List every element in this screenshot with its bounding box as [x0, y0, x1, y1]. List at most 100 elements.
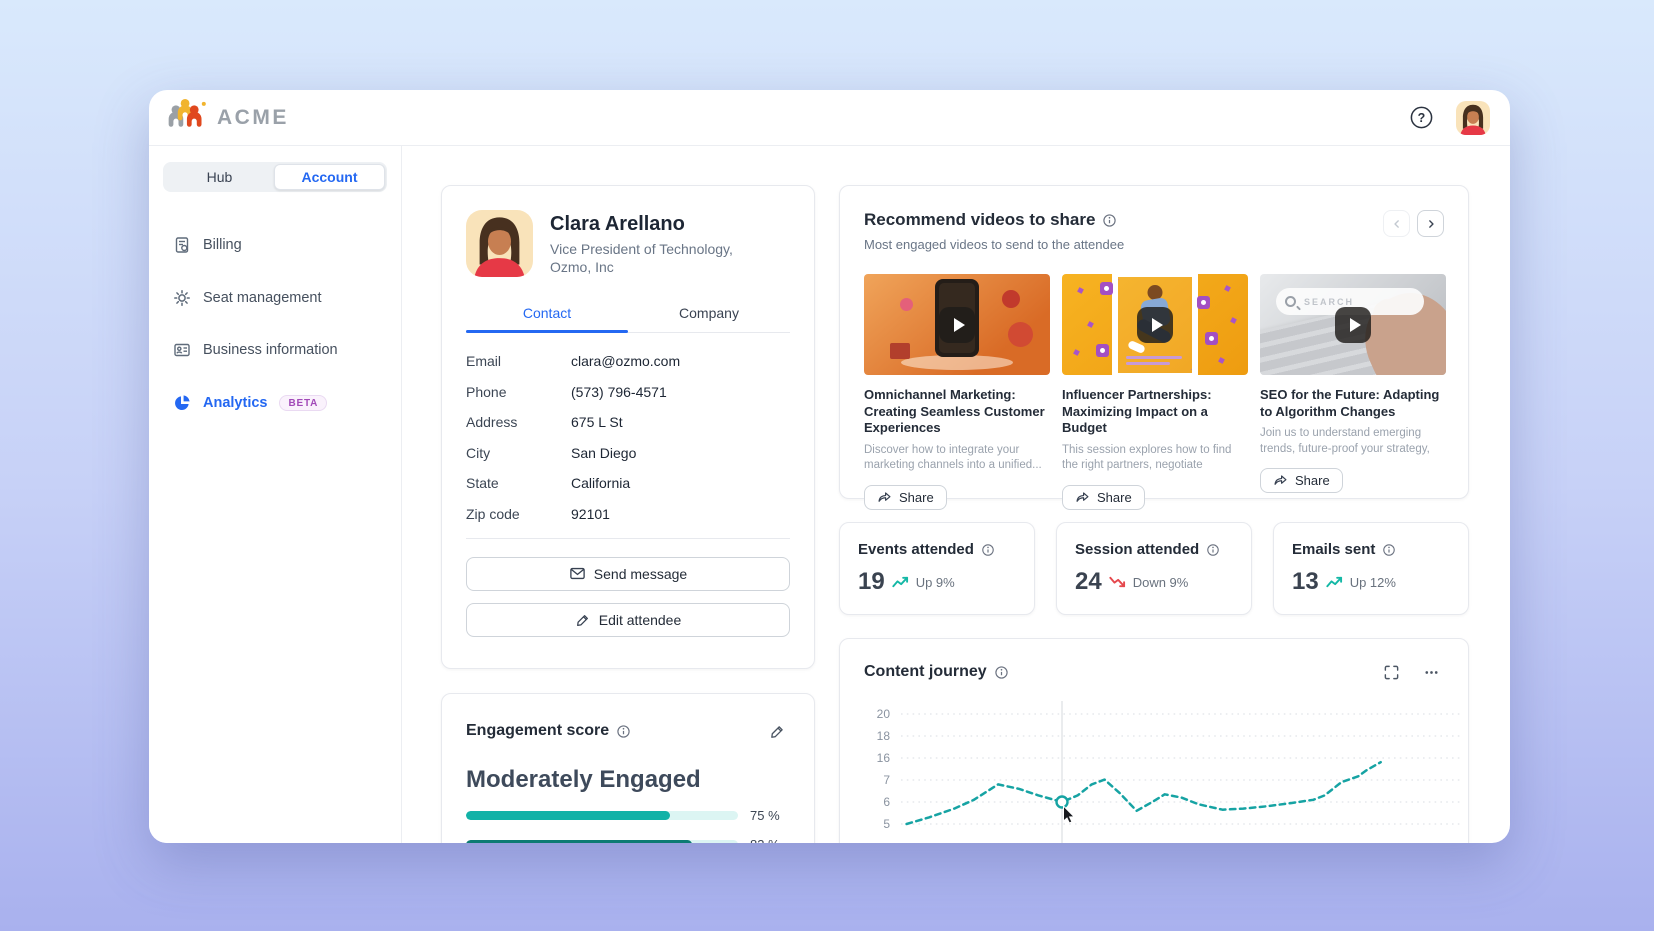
invoice-icon: [173, 236, 191, 254]
video-thumbnail-influencer[interactable]: [1062, 274, 1248, 375]
info-icon[interactable]: [1102, 213, 1117, 228]
share-button[interactable]: Share: [1062, 485, 1145, 510]
send-message-button[interactable]: Send message: [466, 557, 790, 591]
carousel-next-button[interactable]: [1417, 210, 1444, 237]
video-thumbnail-omnichannel[interactable]: [864, 274, 1050, 375]
attendee-role: Vice President of Technology, Ozmo, Inc: [550, 240, 733, 276]
progress-percent: 83 %: [750, 837, 790, 843]
brand-name: ACME: [217, 106, 289, 130]
pencil-icon: [575, 612, 591, 628]
trend-arrow-icon: [1109, 576, 1126, 588]
sidebar-item-label: Seat management: [203, 290, 322, 306]
field-label: State: [466, 475, 571, 491]
field-value: 675 L St: [571, 414, 623, 430]
info-icon[interactable]: [981, 543, 995, 557]
send-message-label: Send message: [594, 566, 687, 582]
edit-engagement-button[interactable]: [764, 718, 790, 744]
svg-text:7: 7: [883, 773, 890, 787]
app-header: ACME ?: [149, 90, 1510, 146]
video-title[interactable]: SEO for the Future: Adapting to Algorith…: [1260, 387, 1446, 420]
share-button[interactable]: Share: [864, 485, 947, 510]
field-value: California: [571, 475, 630, 491]
desktop-background: { "header": { "brand": "ACME", "help_gly…: [0, 0, 1654, 931]
question-circle-icon: ?: [1409, 105, 1434, 130]
sidebar: Hub Account Billing Seat management: [149, 146, 402, 843]
sidebar-item-analytics[interactable]: Analytics BETA: [163, 388, 387, 418]
beta-badge: BETA: [279, 395, 327, 411]
video-card: SEARCH SEO for the Future: Adapting to A…: [1260, 274, 1446, 510]
carousel-controls: [1383, 210, 1444, 237]
engagement-bar-row: 75 %: [466, 808, 790, 823]
content-journey-card: Content journey: [839, 638, 1469, 843]
play-button-icon: [1335, 307, 1371, 343]
profile-header: Clara Arellano Vice President of Technol…: [466, 210, 790, 277]
engagement-title-row: Engagement score: [466, 722, 631, 740]
help-button[interactable]: ?: [1408, 105, 1434, 131]
magnifier-icon: [1285, 296, 1296, 307]
info-icon[interactable]: [1382, 543, 1396, 557]
trend-arrow-icon: [892, 576, 909, 588]
ornament-shape: [1008, 322, 1033, 347]
attendee-avatar: [466, 210, 533, 277]
ornament-shape: [1002, 290, 1020, 308]
video-description: This session explores how to find the ri…: [1062, 443, 1248, 474]
sidebar-item-label: Analytics: [203, 395, 267, 411]
field-label: Address: [466, 414, 571, 430]
hub-account-switch: Hub Account: [163, 162, 387, 192]
svg-text:6: 6: [883, 795, 890, 809]
hub-tab[interactable]: Hub: [165, 164, 274, 190]
videos-heading: Recommend videos to share Most engaged v…: [864, 210, 1124, 252]
stat-value: 24: [1075, 568, 1102, 596]
sidebar-item-billing[interactable]: Billing: [163, 230, 387, 260]
avatar-portrait: [466, 210, 533, 277]
videos-subtitle: Most engaged videos to send to the atten…: [864, 237, 1124, 252]
share-label: Share: [899, 490, 934, 505]
content-journey-chart[interactable]: 201816765: [840, 697, 1470, 843]
videos-title: Recommend videos to share: [864, 210, 1095, 230]
field-value: San Diego: [571, 445, 636, 461]
attendee-name: Clara Arellano: [550, 213, 733, 236]
more-options-button[interactable]: [1418, 659, 1444, 685]
account-tab[interactable]: Account: [274, 164, 385, 190]
carousel-prev-button[interactable]: [1383, 210, 1410, 237]
progress-fill: [466, 811, 670, 820]
info-icon[interactable]: [1206, 543, 1220, 557]
social-icon-chip: [1096, 344, 1109, 357]
sidebar-item-business-information[interactable]: Business information: [163, 335, 387, 365]
gift-shape: [890, 343, 910, 359]
video-title[interactable]: Influencer Partnerships: Maximizing Impa…: [1062, 387, 1248, 437]
field-label: Email: [466, 353, 571, 369]
avatar-portrait: [1456, 101, 1490, 135]
share-arrow-icon: [1273, 473, 1288, 488]
user-avatar[interactable]: [1456, 101, 1490, 135]
video-thumbnail-seo[interactable]: SEARCH: [1260, 274, 1446, 375]
stat-label: Session attended: [1075, 541, 1199, 558]
share-label: Share: [1097, 490, 1132, 505]
svg-text:18: 18: [877, 729, 891, 743]
tab-company[interactable]: Company: [628, 305, 790, 332]
recommend-videos-card: Recommend videos to share Most engaged v…: [839, 185, 1469, 499]
field-label: City: [466, 445, 571, 461]
chevron-right-icon: [1424, 217, 1438, 231]
progress-track: [466, 811, 738, 820]
social-icon-chip: [1205, 332, 1218, 345]
stat-card-events-attended: Events attended 19 Up 9%: [839, 522, 1035, 615]
sidebar-item-seat-management[interactable]: Seat management: [163, 283, 387, 313]
video-list: Omnichannel Marketing: Creating Seamless…: [864, 274, 1444, 510]
ornament-shape: [900, 298, 913, 311]
fullscreen-button[interactable]: [1378, 659, 1404, 685]
stat-value: 19: [858, 568, 885, 596]
share-button[interactable]: Share: [1260, 468, 1343, 493]
info-icon[interactable]: [616, 724, 631, 739]
journey-title-row: Content journey: [864, 663, 1009, 681]
progress-fill: [466, 840, 692, 843]
mouse-cursor: [1064, 806, 1075, 823]
info-icon[interactable]: [994, 665, 1009, 680]
video-title[interactable]: Omnichannel Marketing: Creating Seamless…: [864, 387, 1050, 437]
svg-text:20: 20: [877, 707, 891, 721]
video-description: Discover how to integrate your marketing…: [864, 443, 1050, 474]
tab-contact[interactable]: Contact: [466, 305, 628, 332]
trend-arrow-icon: [1326, 576, 1343, 588]
engagement-score-card: Engagement score Moderately Engaged 75 %: [441, 693, 815, 843]
edit-attendee-button[interactable]: Edit attendee: [466, 603, 790, 637]
